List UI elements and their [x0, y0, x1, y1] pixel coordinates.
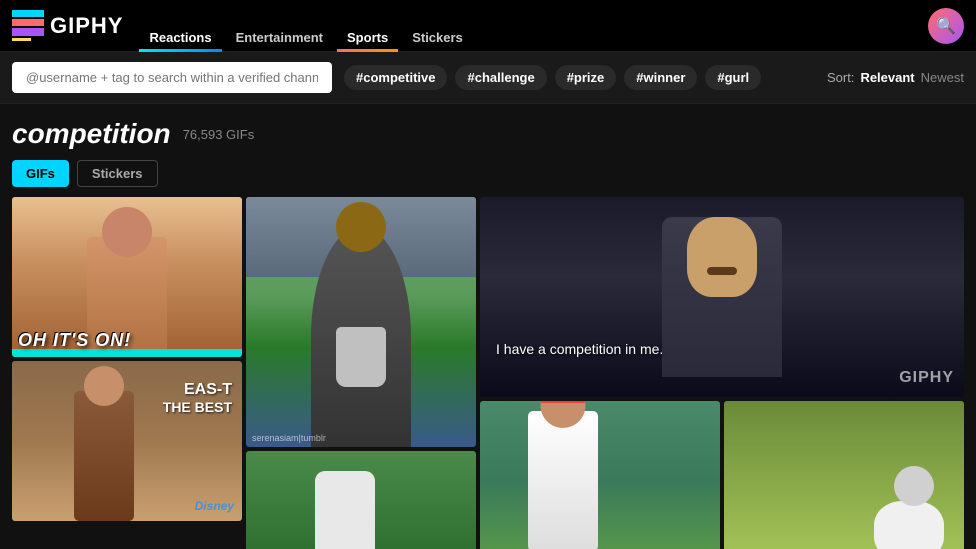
gif-text-oh-its-on: OH IT'S ON! [18, 330, 131, 351]
gif-right-bottom-row [480, 401, 964, 549]
gif-item-sheep[interactable] [724, 401, 964, 549]
main-content: competition 76,593 GIFs GIFs Stickers OH… [0, 104, 976, 549]
sort-relevant[interactable]: Relevant [860, 70, 914, 85]
gif-col-mid: serenasiam|tumblr [246, 197, 476, 549]
page-title-row: competition 76,593 GIFs [12, 118, 964, 150]
search-area: #competitive #challenge #prize #winner #… [0, 52, 976, 104]
sort-label: Sort: [827, 70, 854, 85]
hashtag-list: #competitive #challenge #prize #winner #… [344, 65, 815, 90]
gif-item-serena[interactable]: serenasiam|tumblr [246, 197, 476, 447]
logo-area: GIPHY [12, 10, 123, 42]
gif-grid: OH IT'S ON! EAS-T THE BEST Disney [12, 197, 964, 549]
gif-item-girl-disney[interactable]: EAS-T THE BEST Disney [12, 361, 242, 521]
search-input-wrapper [12, 62, 332, 93]
disney-logo: Disney [195, 499, 234, 513]
east-text: EAS-T THE BEST [163, 381, 232, 415]
filter-stickers[interactable]: Stickers [77, 160, 158, 187]
hashtag-prize[interactable]: #prize [555, 65, 617, 90]
filter-gifs[interactable]: GIFs [12, 160, 69, 187]
page-title: competition [12, 118, 171, 150]
serena-attribution: serenasiam|tumblr [252, 433, 326, 443]
hashtag-competitive[interactable]: #competitive [344, 65, 447, 90]
filter-row: GIFs Stickers [12, 160, 964, 187]
nav-tabs: Reactions Entertainment Sports Stickers [139, 0, 472, 51]
hashtag-gurl[interactable]: #gurl [705, 65, 761, 90]
nav-tab-reactions[interactable]: Reactions [139, 24, 221, 51]
search-icon: 🔍 [936, 16, 956, 36]
gif-item-movie[interactable]: I have a competition in me. GIPHY [480, 197, 964, 397]
header: GIPHY Reactions Entertainment Sports Sti… [0, 0, 976, 52]
nav-tab-entertainment[interactable]: Entertainment [226, 24, 333, 51]
logo-icon [12, 10, 44, 42]
giphy-watermark: GIPHY [899, 369, 954, 387]
gif-movie-text: I have a competition in me. [496, 341, 663, 357]
nav-tab-sports[interactable]: Sports [337, 24, 398, 51]
gif-item-player[interactable] [480, 401, 720, 549]
logo-text: GIPHY [50, 13, 123, 39]
nav-tab-stickers[interactable]: Stickers [402, 24, 473, 51]
gif-item-tennis[interactable] [246, 451, 476, 549]
search-icon-button[interactable]: 🔍 [928, 8, 964, 44]
gif-item-oh-its-on[interactable]: OH IT'S ON! [12, 197, 242, 357]
hashtag-challenge[interactable]: #challenge [455, 65, 546, 90]
sort-area: Sort: Relevant Newest [827, 70, 964, 85]
gif-col-right: I have a competition in me. GIPHY [480, 197, 964, 549]
gif-col-left: OH IT'S ON! EAS-T THE BEST Disney [12, 197, 242, 549]
sort-newest[interactable]: Newest [921, 70, 964, 85]
hashtag-winner[interactable]: #winner [624, 65, 697, 90]
gif-count: 76,593 GIFs [183, 127, 255, 142]
search-input[interactable] [26, 70, 318, 85]
